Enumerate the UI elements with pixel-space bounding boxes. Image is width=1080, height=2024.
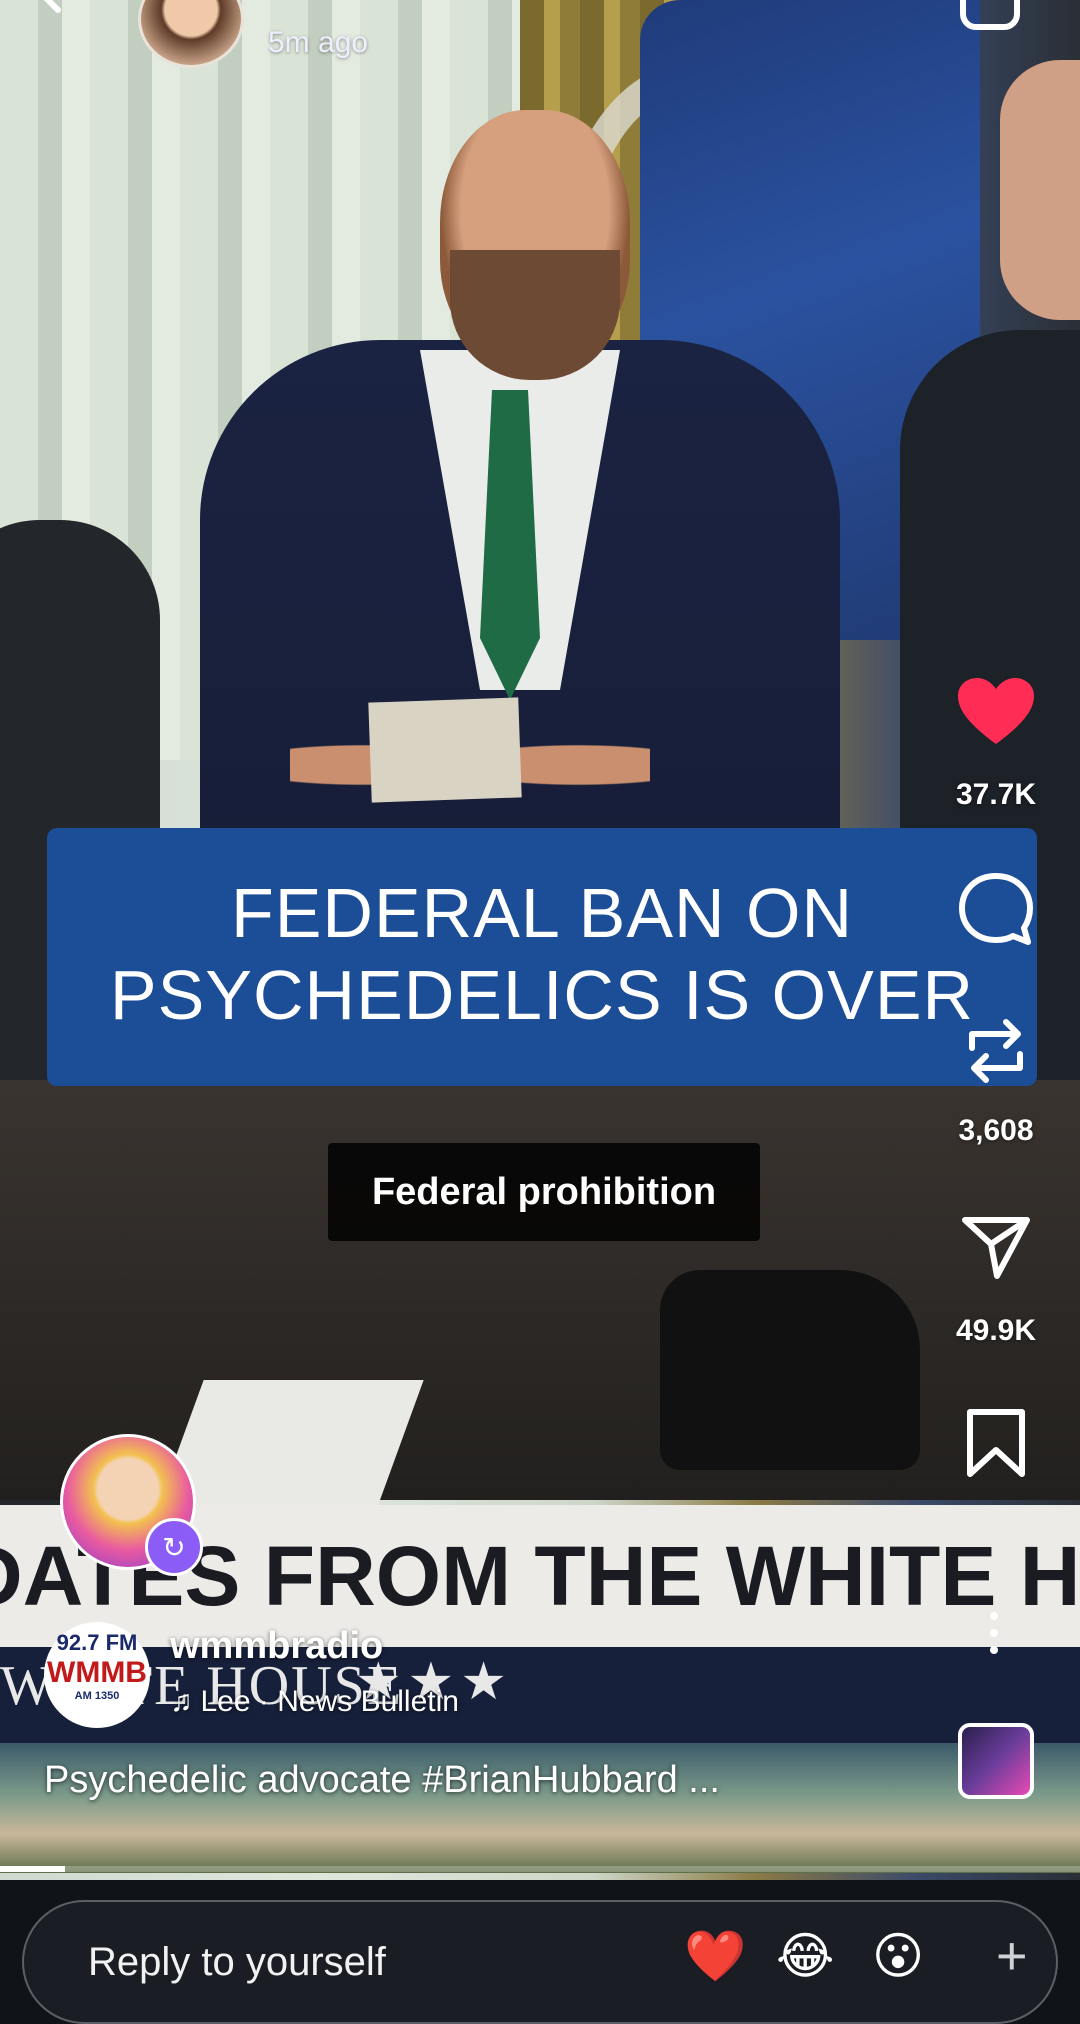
comment-bubble-icon[interactable] [956, 870, 1036, 950]
station-call-sign: WMMB [47, 1656, 147, 1689]
desk-phone [660, 1270, 920, 1470]
share-action[interactable]: 49.9K [946, 1214, 1046, 1348]
headline-line-1: FEDERAL BAN ON [230, 874, 854, 952]
heart-icon[interactable] [956, 676, 1036, 748]
station-sub: AM 1350 [74, 1690, 120, 1702]
headline-banner: FEDERAL BAN ON PSYCHEDELICS IS OVER [47, 828, 1037, 1086]
laughing-reaction-icon[interactable]: 😂 [776, 1926, 834, 1986]
save-action[interactable] [946, 1408, 1046, 1478]
reply-bar: Reply to yourself ❤️ 😂 😮 + [0, 1880, 1080, 2024]
repost-icon[interactable] [960, 1010, 1032, 1090]
heart-reaction-icon[interactable]: ❤️ [684, 1926, 746, 1986]
share-count: 49.9K [955, 1314, 1037, 1347]
back-arrow-icon[interactable] [28, 0, 98, 20]
like-action[interactable]: 37.7K [946, 676, 1046, 812]
reply-input[interactable]: Reply to yourself ❤️ 😂 😮 + [22, 1900, 1058, 2024]
instagram-icon[interactable] [960, 0, 1020, 30]
surprised-reaction-icon[interactable]: 😮 [872, 1926, 924, 1986]
person-right-head [1000, 60, 1080, 320]
music-cover-thumbnail[interactable] [958, 1723, 1034, 1799]
repost-action[interactable]: 3,608 [946, 1010, 1046, 1148]
progress-fill [0, 1866, 65, 1872]
headline-line-2: PSYCHEDELICS IS OVER [109, 956, 975, 1034]
station-logo[interactable]: 92.7 FM WMMB AM 1350 [44, 1622, 150, 1728]
send-icon[interactable] [961, 1214, 1031, 1280]
station-frequency: 92.7 FM [56, 1630, 138, 1655]
progress-track[interactable] [0, 1866, 1080, 1872]
repost-badge-icon: ↻ [145, 1518, 203, 1576]
more-options-icon[interactable] [984, 1610, 1004, 1656]
music-track[interactable]: ♫ Lee · News Bulletin [170, 1685, 459, 1719]
creator-username[interactable]: wmmbradio [170, 1625, 383, 1668]
post-description[interactable]: Psychedelic advocate #BrianHubbard ... [44, 1759, 720, 1802]
comment-action[interactable] [946, 870, 1046, 950]
music-note-icon: ♫ [170, 1685, 193, 1718]
like-count: 37.7K [955, 778, 1037, 811]
subtitle-caption: Federal prohibition [328, 1143, 760, 1241]
bookmark-icon[interactable] [964, 1408, 1028, 1478]
add-reaction-icon[interactable]: + [996, 1928, 1028, 1984]
story-time: 5m ago [268, 26, 369, 59]
music-title: Lee · News Bulletin [200, 1685, 459, 1718]
repost-count: 3,608 [958, 1114, 1034, 1147]
reply-placeholder[interactable]: Reply to yourself [88, 1940, 386, 1985]
speaker-paper [368, 697, 522, 803]
